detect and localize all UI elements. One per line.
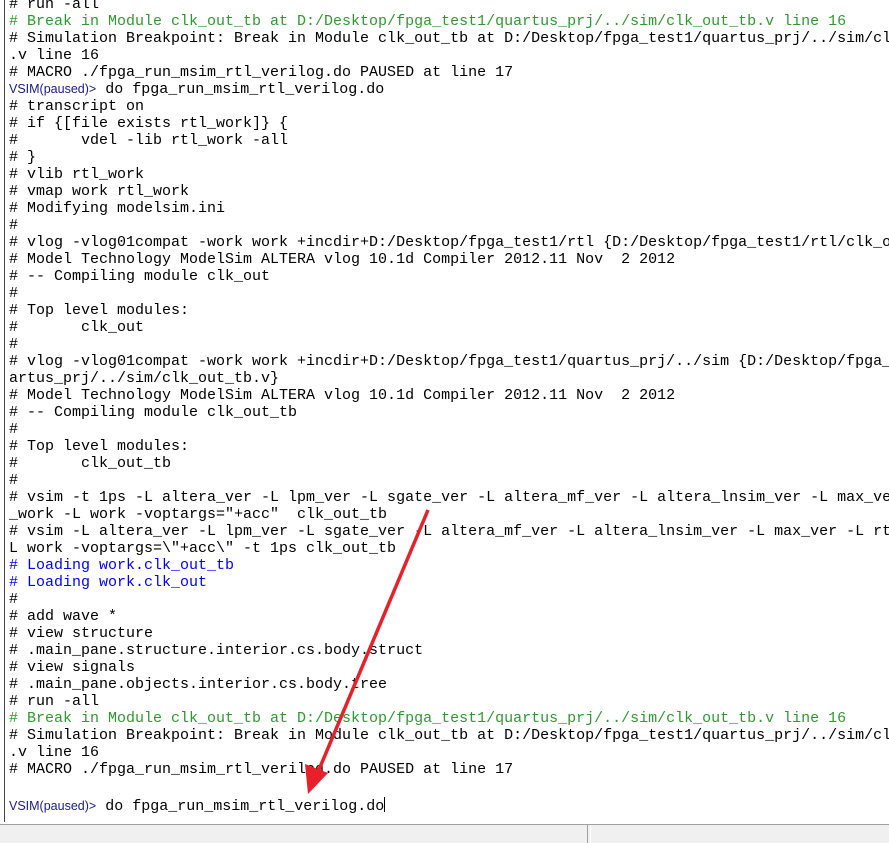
transcript-line: # vlog -vlog01compat -work work +incdir+… [9, 234, 889, 251]
transcript-line: # run -all [9, 0, 100, 13]
transcript-line: # [9, 472, 19, 489]
transcript-line: # Loading work.clk_out [9, 574, 208, 591]
command-input[interactable]: do fpga_run_msim_rtl_verilog.do [96, 798, 384, 815]
transcript-line: # MACRO ./fpga_run_msim_rtl_verilog.do P… [9, 761, 514, 778]
transcript-line: # Top level modules: [9, 438, 190, 455]
status-bar [0, 824, 889, 843]
transcript-line: # -- Compiling module clk_out_tb [9, 404, 298, 421]
transcript-lines: # run -all # Break in Module clk_out_tb a… [9, 0, 889, 778]
command-line[interactable]: VSIM(paused)> do fpga_run_msim_rtl_veril… [9, 797, 386, 815]
transcript-line: # transcript on [9, 98, 145, 115]
transcript-line: # clk_out [9, 319, 145, 336]
transcript-line: # Model Technology ModelSim ALTERA vlog … [9, 251, 676, 268]
transcript-line: # if {[file exists rtl_work]} { [9, 115, 289, 132]
status-divider [587, 825, 588, 843]
transcript-line: # run -all [9, 693, 100, 710]
transcript-line: # Loading work.clk_out_tb [9, 557, 235, 574]
command-text: do fpga_run_msim_rtl_verilog.do [96, 81, 385, 98]
transcript-line: # [9, 217, 19, 234]
transcript-line: .v line 16 [9, 744, 100, 761]
transcript-line: _work -L work -voptargs="+acc" clk_out_t… [9, 506, 388, 523]
transcript-line: # .main_pane.objects.interior.cs.body.tr… [9, 676, 388, 693]
status-divider-highlight [590, 825, 591, 843]
pane-border [4, 0, 5, 822]
transcript-line: # view structure [9, 625, 154, 642]
transcript-line: # vsim -L altera_ver -L lpm_ver -L sgate… [9, 523, 889, 540]
transcript-line: # Simulation Breakpoint: Break in Module… [9, 30, 889, 47]
transcript-line: # add wave * [9, 608, 118, 625]
transcript-line: # MACRO ./fpga_run_msim_rtl_verilog.do P… [9, 64, 514, 81]
transcript-line: .v line 16 [9, 47, 100, 64]
transcript-line: # } [9, 149, 37, 166]
transcript-pane[interactable]: # run -all # Break in Module clk_out_tb a… [0, 0, 889, 822]
transcript-line: # vlib rtl_work [9, 166, 145, 183]
transcript-line: # Simulation Breakpoint: Break in Module… [9, 727, 889, 744]
transcript-line: L work -voptargs=\"+acc\" -t 1ps clk_out… [9, 540, 397, 557]
text-cursor [384, 797, 386, 812]
transcript-line: # view signals [9, 659, 136, 676]
transcript-line: # .main_pane.structure.interior.cs.body.… [9, 642, 424, 659]
transcript-line: # clk_out_tb [9, 455, 172, 472]
transcript-line: # Break in Module clk_out_tb at D:/Deskt… [9, 13, 847, 30]
transcript-line: # vsim -t 1ps -L altera_ver -L lpm_ver -… [9, 489, 889, 506]
transcript-line: # [9, 591, 19, 608]
transcript-line: # vlog -vlog01compat -work work +incdir+… [9, 353, 889, 370]
transcript-line: # -- Compiling module clk_out [9, 268, 271, 285]
transcript-line: # Top level modules: [9, 302, 190, 319]
vsim-prompt: VSIM(paused)> [9, 799, 97, 813]
transcript-line: # vdel -lib rtl_work -all [9, 132, 289, 149]
transcript-line: # Break in Module clk_out_tb at D:/Deskt… [9, 710, 847, 727]
transcript-line: # Model Technology ModelSim ALTERA vlog … [9, 387, 676, 404]
transcript-line: # [9, 336, 19, 353]
transcript-line: # vmap work rtl_work [9, 183, 190, 200]
transcript-line: # Modifying modelsim.ini [9, 200, 226, 217]
transcript-line: artus_prj/../sim/clk_out_tb.v} [9, 370, 280, 387]
transcript-line: # [9, 421, 19, 438]
transcript-line: VSIM(paused)> do fpga_run_msim_rtl_veril… [9, 81, 889, 98]
transcript-line: # [9, 285, 19, 302]
vsim-prompt: VSIM(paused)> [9, 82, 97, 96]
